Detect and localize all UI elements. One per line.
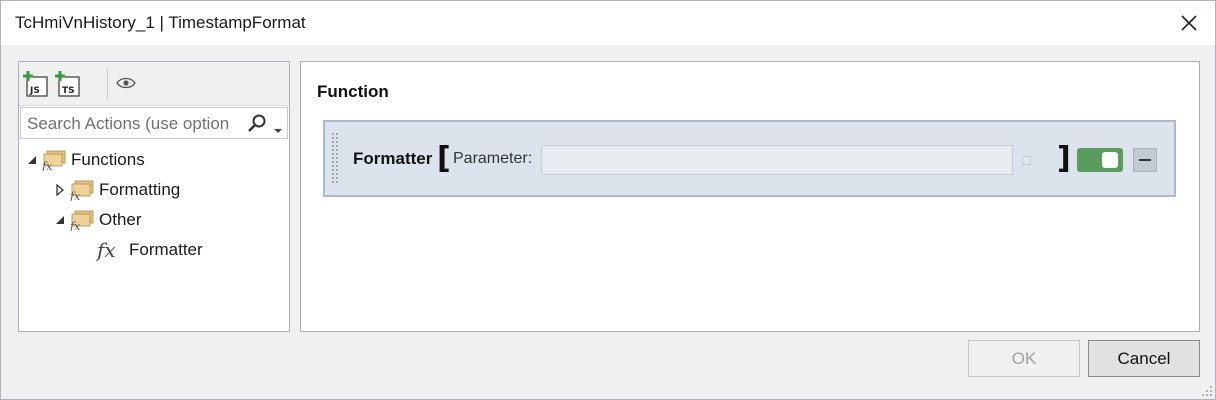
search-button[interactable] bbox=[247, 114, 267, 139]
search-icon bbox=[248, 114, 266, 132]
add-javascript-icon: JS bbox=[23, 71, 48, 97]
svg-text:JS: JS bbox=[29, 86, 40, 96]
tree-item-label: Functions bbox=[71, 150, 145, 169]
expanded-triangle-icon bbox=[28, 156, 36, 164]
collapse-toggle[interactable] bbox=[25, 153, 39, 167]
add-javascript-button[interactable]: JS bbox=[23, 70, 49, 98]
tree-item-other[interactable]: fx Other bbox=[53, 206, 142, 234]
section-title: Function bbox=[317, 82, 389, 101]
add-typescript-button[interactable]: TS bbox=[55, 70, 81, 98]
tree-item-functions[interactable]: fx Functions bbox=[25, 146, 145, 174]
expand-toggle[interactable] bbox=[53, 183, 67, 197]
fx-function-icon: fx bbox=[97, 238, 116, 262]
tree-item-label: Formatter bbox=[129, 240, 203, 259]
search-input[interactable] bbox=[27, 113, 239, 135]
title-bar: TcHmiVnHistory_1 | TimestampFormat bbox=[1, 1, 1215, 45]
add-typescript-icon: TS bbox=[55, 71, 80, 97]
svg-text:TS: TS bbox=[62, 86, 75, 96]
search-box bbox=[20, 107, 288, 139]
tree-item-formatter[interactable]: fx Formatter bbox=[97, 236, 203, 264]
toolbar-separator bbox=[107, 68, 108, 100]
svg-text:fx: fx bbox=[69, 190, 81, 201]
minus-icon bbox=[1139, 159, 1151, 161]
function-name: Formatter bbox=[353, 149, 433, 168]
drag-handle[interactable] bbox=[331, 132, 339, 185]
eye-icon bbox=[116, 77, 136, 89]
parameter-input[interactable] bbox=[541, 145, 1013, 175]
function-block[interactable]: Formatter [ Parameter: ] bbox=[323, 120, 1176, 197]
chevron-down-icon bbox=[274, 129, 282, 133]
expanded-triangle-icon bbox=[56, 216, 64, 224]
actions-panel: JS TS Search Actions (use option fx Func… bbox=[18, 61, 290, 332]
open-bracket: [ bbox=[437, 141, 451, 176]
enable-toggle[interactable] bbox=[1077, 148, 1123, 172]
tree-item-formatting[interactable]: fx Formatting bbox=[53, 176, 180, 204]
cancel-button[interactable]: Cancel bbox=[1088, 340, 1200, 377]
close-icon bbox=[1181, 15, 1197, 31]
remove-function-button[interactable] bbox=[1133, 148, 1157, 172]
actions-toolbar: JS TS bbox=[19, 62, 289, 106]
close-button[interactable] bbox=[1171, 5, 1207, 41]
collapsed-triangle-icon bbox=[56, 184, 65, 196]
function-editor-panel: Function Formatter [ Parameter: ] bbox=[300, 61, 1200, 332]
ok-button[interactable]: OK bbox=[968, 340, 1080, 377]
window-title: TcHmiVnHistory_1 | TimestampFormat bbox=[15, 13, 306, 32]
dialog-window: TcHmiVnHistory_1 | TimestampFormat JS TS bbox=[0, 0, 1216, 400]
fx-folder-icon: fx bbox=[69, 210, 94, 231]
collapse-toggle[interactable] bbox=[53, 213, 67, 227]
svg-text:fx: fx bbox=[41, 160, 53, 171]
parameter-label: Parameter: bbox=[453, 150, 533, 167]
close-bracket: ] bbox=[1057, 141, 1071, 176]
parameter-checkbox[interactable] bbox=[1022, 156, 1031, 165]
svg-text:fx: fx bbox=[69, 220, 81, 231]
resize-grip-icon[interactable] bbox=[1199, 383, 1213, 397]
fx-folder-icon: fx bbox=[41, 150, 66, 171]
tree-item-label: Other bbox=[99, 210, 142, 229]
tree-item-label: Formatting bbox=[99, 180, 181, 199]
preview-button[interactable] bbox=[115, 72, 141, 100]
search-options-dropdown[interactable] bbox=[273, 121, 283, 139]
fx-folder-icon: fx bbox=[69, 180, 94, 201]
toggle-knob bbox=[1102, 152, 1118, 168]
